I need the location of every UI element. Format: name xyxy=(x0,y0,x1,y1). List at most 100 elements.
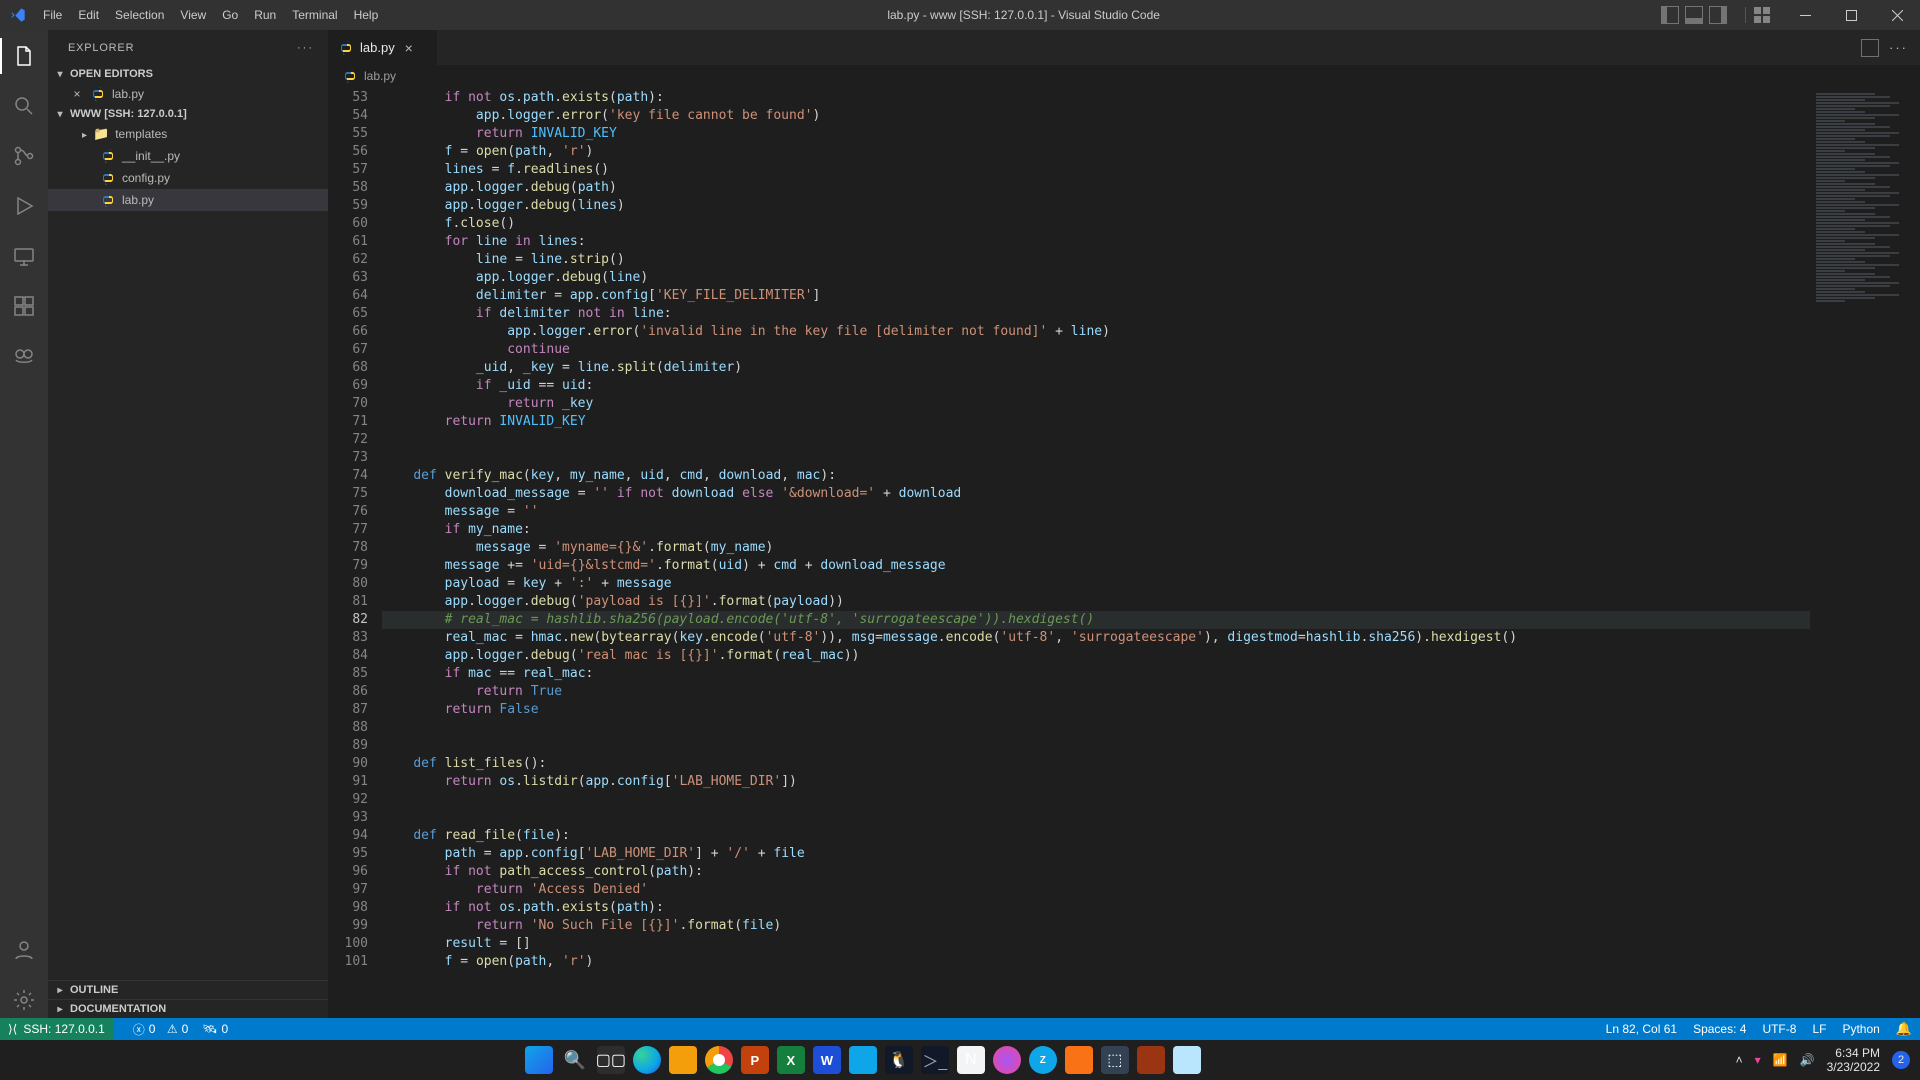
code-line[interactable]: delimiter = app.config['KEY_FILE_DELIMIT… xyxy=(382,287,1810,305)
app-file-explorer-icon[interactable] xyxy=(669,1046,697,1074)
eol[interactable]: LF xyxy=(1812,1022,1826,1036)
code-line[interactable]: def list_files(): xyxy=(382,755,1810,773)
file-config[interactable]: config.py xyxy=(48,167,328,189)
tray-vpn-icon[interactable]: ▾ xyxy=(1755,1053,1761,1067)
problems-indicator[interactable]: ⓧ0 ⚠0 xyxy=(133,1021,189,1038)
task-view-icon[interactable]: ▢▢ xyxy=(597,1046,625,1074)
system-tray[interactable]: ˄ ▾ 📶 🔊 6:34 PM 3/23/2022 2 xyxy=(1726,1046,1920,1074)
workspace-header[interactable]: WWW [SSH: 127.0.0.1] xyxy=(48,105,328,123)
close-editor-icon[interactable]: × xyxy=(70,87,84,101)
code-line[interactable]: app.logger.debug(lines) xyxy=(382,197,1810,215)
cursor-position[interactable]: Ln 82, Col 61 xyxy=(1606,1022,1677,1036)
activity-copilot-icon[interactable] xyxy=(0,338,48,374)
app-zalo-icon[interactable]: Z xyxy=(1029,1046,1057,1074)
activity-remote-explorer-icon[interactable] xyxy=(0,238,48,274)
toggle-secondary-sidebar-icon[interactable] xyxy=(1709,6,1727,24)
code-line[interactable]: if mac == real_mac: xyxy=(382,665,1810,683)
code-line[interactable]: return INVALID_KEY xyxy=(382,125,1810,143)
notification-badge[interactable]: 2 xyxy=(1892,1051,1910,1069)
code-line[interactable]: app.logger.debug(line) xyxy=(382,269,1810,287)
explorer-more-icon[interactable]: ··· xyxy=(297,42,314,54)
toggle-panel-icon[interactable] xyxy=(1685,6,1703,24)
code-line[interactable] xyxy=(382,791,1810,809)
app-excel-icon[interactable]: X xyxy=(777,1046,805,1074)
app-notepad-icon[interactable] xyxy=(1173,1046,1201,1074)
app-messenger-icon[interactable] xyxy=(993,1046,1021,1074)
menu-selection[interactable]: Selection xyxy=(107,0,172,30)
code-line[interactable]: if not os.path.exists(path): xyxy=(382,899,1810,917)
code-line[interactable]: app.logger.debug('payload is [{}]'.forma… xyxy=(382,593,1810,611)
indentation[interactable]: Spaces: 4 xyxy=(1693,1022,1746,1036)
documentation-header[interactable]: DOCUMENTATION xyxy=(48,999,328,1018)
app-terminal-icon[interactable]: ＞_ xyxy=(921,1046,949,1074)
menu-go[interactable]: Go xyxy=(214,0,246,30)
tab-close-icon[interactable]: × xyxy=(401,40,417,56)
file-init[interactable]: __init__.py xyxy=(48,145,328,167)
code-line[interactable]: _uid, _key = line.split(delimiter) xyxy=(382,359,1810,377)
split-editor-icon[interactable] xyxy=(1861,39,1879,57)
file-lab[interactable]: lab.py xyxy=(48,189,328,211)
activity-run-debug-icon[interactable] xyxy=(0,188,48,224)
code-line[interactable]: return INVALID_KEY xyxy=(382,413,1810,431)
menu-terminal[interactable]: Terminal xyxy=(284,0,345,30)
code-line[interactable]: message = '' xyxy=(382,503,1810,521)
line-number-gutter[interactable]: 5354555657585960616263646566676869707172… xyxy=(328,87,382,1018)
code-line[interactable]: path = app.config['LAB_HOME_DIR'] + '/' … xyxy=(382,845,1810,863)
code-line[interactable]: f = open(path, 'r') xyxy=(382,143,1810,161)
code-line[interactable]: if not os.path.exists(path): xyxy=(382,89,1810,107)
code-line[interactable] xyxy=(382,737,1810,755)
language-mode[interactable]: Python xyxy=(1842,1022,1879,1036)
code-line[interactable]: return _key xyxy=(382,395,1810,413)
ports-indicator[interactable]: 🛰0 xyxy=(202,1022,228,1036)
toggle-primary-sidebar-icon[interactable] xyxy=(1661,6,1679,24)
taskbar-search-icon[interactable]: 🔍 xyxy=(561,1046,589,1074)
code-line[interactable]: return 'Access Denied' xyxy=(382,881,1810,899)
app-word-icon[interactable]: W xyxy=(813,1046,841,1074)
menu-edit[interactable]: Edit xyxy=(70,0,107,30)
code-line[interactable]: f.close() xyxy=(382,215,1810,233)
code-line[interactable]: def verify_mac(key, my_name, uid, cmd, d… xyxy=(382,467,1810,485)
code-line[interactable]: if delimiter not in line: xyxy=(382,305,1810,323)
tray-wifi-icon[interactable]: 📶 xyxy=(1773,1053,1788,1067)
code-line[interactable]: f = open(path, 'r') xyxy=(382,953,1810,971)
code-line[interactable]: line = line.strip() xyxy=(382,251,1810,269)
code-line[interactable]: if _uid == uid: xyxy=(382,377,1810,395)
code-line[interactable]: return 'No Such File [{}]'.format(file) xyxy=(382,917,1810,935)
code-line[interactable]: result = [] xyxy=(382,935,1810,953)
app-chrome-icon[interactable] xyxy=(705,1046,733,1074)
app-pixlr-icon[interactable] xyxy=(1137,1046,1165,1074)
code-line[interactable]: message += 'uid={}&lstcmd='.format(uid) … xyxy=(382,557,1810,575)
remote-indicator[interactable]: ⟩⟨ SSH: 127.0.0.1 xyxy=(0,1018,113,1040)
window-maximize-button[interactable] xyxy=(1828,0,1874,30)
open-editors-header[interactable]: OPEN EDITORS xyxy=(48,65,328,83)
menu-help[interactable]: Help xyxy=(346,0,387,30)
code-line[interactable]: continue xyxy=(382,341,1810,359)
clock[interactable]: 6:34 PM 3/23/2022 xyxy=(1827,1046,1880,1074)
code-line[interactable]: real_mac = hmac.new(bytearray(key.encode… xyxy=(382,629,1810,647)
activity-explorer-icon[interactable] xyxy=(0,38,48,74)
activity-settings-icon[interactable] xyxy=(0,982,48,1018)
app-notion-icon[interactable]: N xyxy=(957,1046,985,1074)
code-line[interactable]: payload = key + ':' + message xyxy=(382,575,1810,593)
outline-header[interactable]: OUTLINE xyxy=(48,980,328,999)
app-edge-icon[interactable] xyxy=(633,1046,661,1074)
code-line[interactable]: lines = f.readlines() xyxy=(382,161,1810,179)
code-line[interactable]: app.logger.debug('real mac is [{}]'.form… xyxy=(382,647,1810,665)
code-line[interactable]: def read_file(file): xyxy=(382,827,1810,845)
code-line[interactable]: return True xyxy=(382,683,1810,701)
app-cube-icon[interactable]: ⬚ xyxy=(1101,1046,1129,1074)
code-line[interactable]: download_message = '' if not download el… xyxy=(382,485,1810,503)
code-line[interactable] xyxy=(382,719,1810,737)
open-editor-item[interactable]: × lab.py xyxy=(48,83,328,105)
code-editor[interactable]: if not os.path.exists(path): app.logger.… xyxy=(382,87,1810,1018)
folder-templates[interactable]: templates xyxy=(48,123,328,145)
window-close-button[interactable] xyxy=(1874,0,1920,30)
activity-extensions-icon[interactable] xyxy=(0,288,48,324)
start-button[interactable] xyxy=(525,1046,553,1074)
code-line[interactable]: # real_mac = hashlib.sha256(payload.enco… xyxy=(382,611,1810,629)
app-linux-icon[interactable]: 🐧 xyxy=(885,1046,913,1074)
tab-lab-py[interactable]: lab.py × xyxy=(328,30,438,65)
code-line[interactable] xyxy=(382,809,1810,827)
editor-more-icon[interactable]: ··· xyxy=(1889,40,1908,55)
code-line[interactable]: app.logger.debug(path) xyxy=(382,179,1810,197)
